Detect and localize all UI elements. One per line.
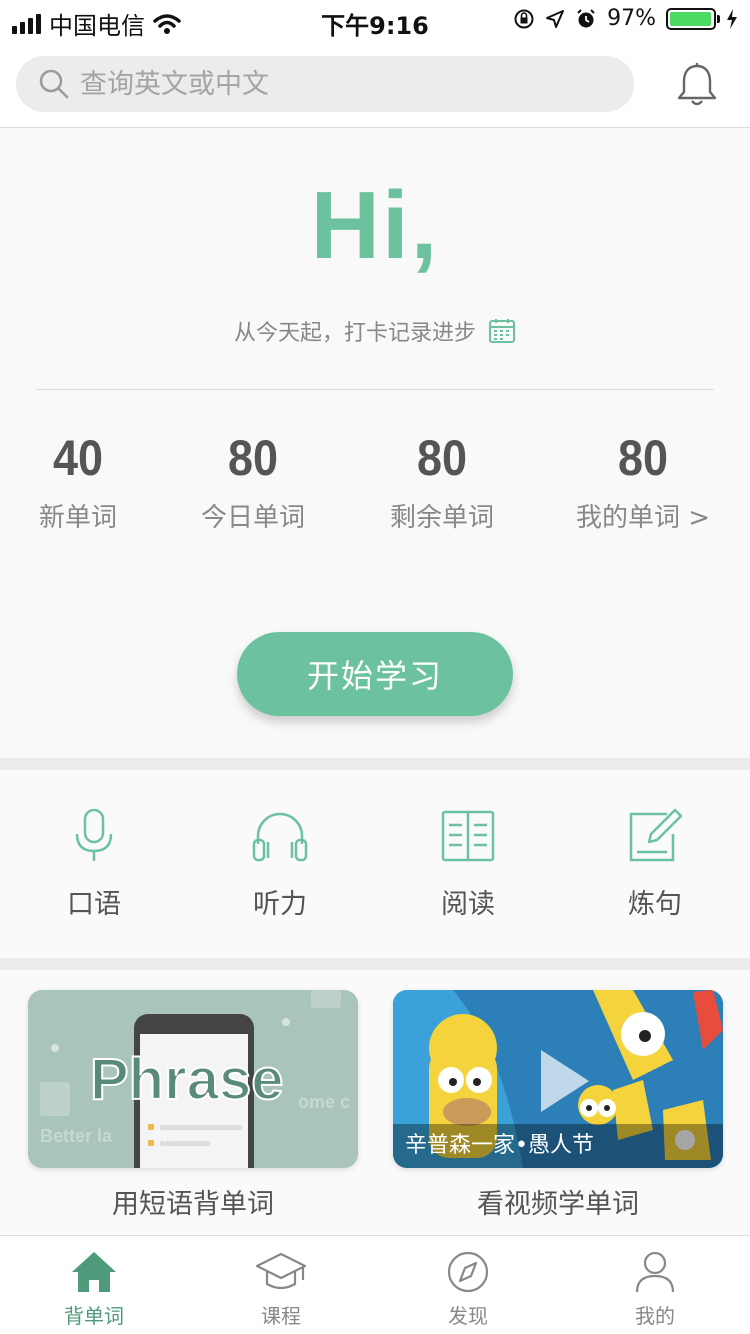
video-caption: 辛普森一家•愚人节: [393, 1124, 723, 1168]
tab-label: 发现: [448, 1304, 488, 1328]
stat-today-words: 80 今日单词: [190, 429, 316, 534]
stat-my-words[interactable]: 80 我的单词 >: [568, 429, 718, 534]
video-card-image[interactable]: 辛普森一家•愚人节: [393, 990, 723, 1168]
phrase-card-image[interactable]: Phrase Better la er. ome c: [28, 990, 358, 1168]
status-right: 97%: [513, 6, 738, 31]
feature-label: 听力: [253, 889, 307, 920]
calendar-icon[interactable]: [488, 318, 516, 344]
stat-value: 80: [416, 430, 468, 486]
stat-value: 80: [617, 430, 669, 486]
hero-divider: [36, 389, 714, 390]
tab-label: 背单词: [64, 1304, 124, 1328]
stat-value: 80: [227, 430, 279, 486]
stat-value: 40: [52, 430, 104, 486]
top-header: [0, 40, 750, 128]
status-bar: 中国电信 下午9:16 97%: [0, 0, 750, 40]
tab-label: 课程: [261, 1304, 301, 1328]
section-separator: [0, 758, 750, 770]
content-cards: Phrase Better la er. ome c 用短语背单词 辛普森一家•…: [0, 970, 750, 1235]
user-icon: [635, 1251, 675, 1293]
search-bar[interactable]: [16, 56, 634, 112]
compass-icon: [447, 1251, 489, 1293]
word-stats: 40 新单词 80 今日单词 80 剩余单词 80 我的单词 >: [0, 429, 750, 539]
tab-label: 我的: [635, 1304, 675, 1328]
start-learning-button[interactable]: 开始学习: [237, 632, 513, 716]
my-words-link[interactable]: 我的单词 >: [568, 497, 718, 534]
checkin-text: 从今天起，打卡记录进步: [233, 321, 476, 346]
tab-courses[interactable]: 课程: [221, 1250, 341, 1329]
tab-vocabulary[interactable]: 背单词: [34, 1250, 154, 1329]
location-icon: [546, 9, 565, 28]
battery-percent: 97%: [607, 6, 656, 31]
hero-section: Hi, 从今天起，打卡记录进步 40 新单词 80 今日单词 80 剩余单词 8…: [0, 129, 750, 758]
search-icon: [39, 69, 69, 99]
rotation-lock-icon: [514, 9, 534, 28]
phrase-bg-text-2: ome c: [298, 1092, 351, 1112]
feature-sentence[interactable]: 炼句: [595, 808, 715, 921]
bell-icon[interactable]: [676, 62, 718, 108]
stat-label: 新单词: [38, 503, 117, 533]
home-icon: [72, 1252, 116, 1292]
battery-icon: [666, 7, 720, 30]
microphone-icon: [75, 808, 113, 861]
battery-fill: [670, 11, 711, 26]
feature-label: 炼句: [628, 889, 682, 920]
feature-reading[interactable]: 阅读: [408, 808, 528, 921]
search-input[interactable]: [80, 68, 600, 100]
stat-remaining-words: 80 剩余单词: [380, 429, 504, 534]
phrase-card-title[interactable]: 用短语背单词: [28, 1182, 358, 1221]
video-card-title[interactable]: 看视频学单词: [393, 1182, 723, 1221]
feature-speaking[interactable]: 口语: [34, 808, 154, 921]
alarm-icon: [577, 8, 595, 27]
tab-profile[interactable]: 我的: [595, 1250, 715, 1329]
phrase-logo-text: Phrase: [89, 1046, 284, 1113]
checkin-subtitle[interactable]: 从今天起，打卡记录进步: [0, 315, 750, 347]
section-separator: [0, 958, 750, 970]
greeting-text: Hi,: [310, 172, 440, 279]
feature-listening[interactable]: 听力: [220, 808, 340, 921]
headphones-icon: [252, 812, 308, 862]
play-icon[interactable]: [535, 1046, 595, 1116]
stat-new-words: 40 新单词: [20, 429, 136, 534]
feature-label: 阅读: [441, 889, 495, 920]
edit-note-icon: [629, 808, 683, 862]
tab-discover[interactable]: 发现: [408, 1250, 528, 1329]
charging-icon: [727, 8, 737, 29]
stat-label: 剩余单词: [389, 503, 494, 533]
stat-label: 今日单词: [200, 503, 305, 533]
bottom-tab-bar: 背单词 课程 发现 我的: [0, 1235, 750, 1334]
graduation-cap-icon: [255, 1252, 307, 1290]
feature-label: 口语: [67, 889, 121, 920]
book-icon: [441, 810, 495, 862]
feature-grid: 口语 听力 阅读 炼句: [0, 770, 750, 958]
phrase-bg-text: Better la er.: [40, 1126, 174, 1146]
